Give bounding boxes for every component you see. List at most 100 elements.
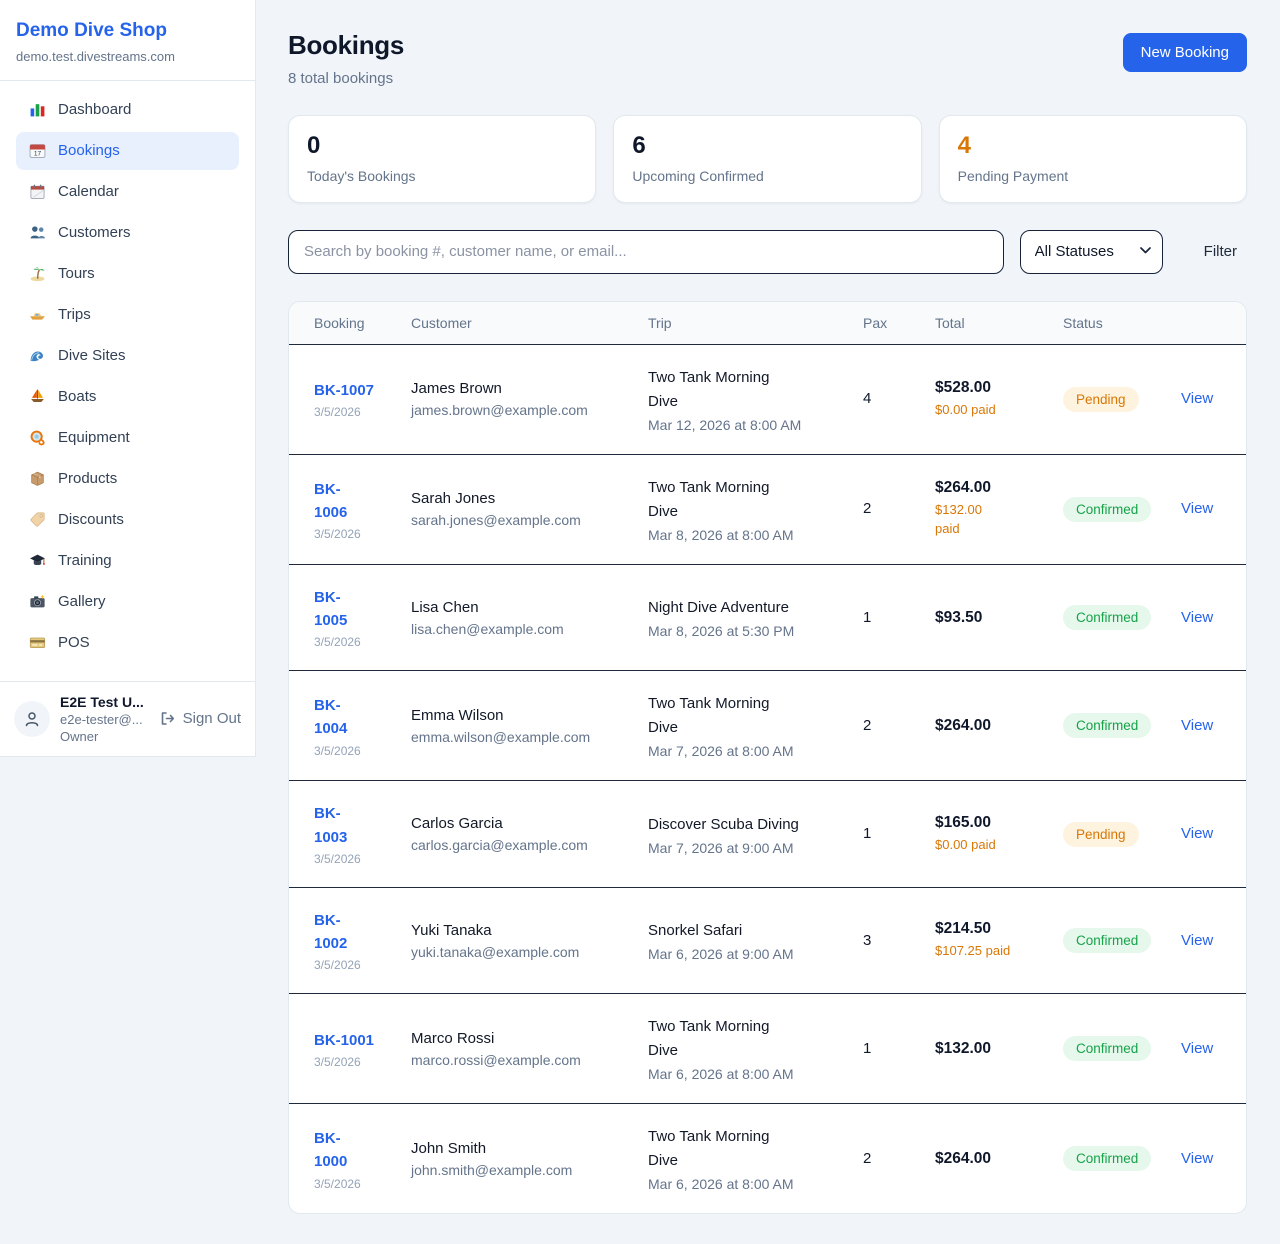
- sidebar-item-customers[interactable]: Customers: [16, 214, 239, 252]
- booking-id-link[interactable]: BK- 1004: [314, 694, 347, 741]
- booking-cell: BK- 1005 3/5/2026: [289, 564, 399, 671]
- booking-id-link[interactable]: BK-1007: [314, 379, 374, 402]
- filter-bar: All Statuses Filter: [288, 230, 1247, 274]
- stat-value: 4: [958, 132, 1228, 161]
- table-row: BK-1001 3/5/2026 Marco Rossi marco.rossi…: [289, 994, 1246, 1104]
- column-header-actions: [1169, 302, 1246, 345]
- trip-name: Two Tank Morning Dive: [648, 476, 803, 524]
- sidebar-item-label: Customers: [58, 224, 131, 241]
- trip-cell: Night Dive Adventure Mar 8, 2026 at 5:30…: [636, 564, 851, 671]
- sidebar-item-pos[interactable]: POS: [16, 624, 239, 662]
- status-cell: Confirmed: [1051, 671, 1169, 781]
- booking-date: 3/5/2026: [314, 1177, 387, 1191]
- person-icon: [23, 710, 41, 728]
- trip-datetime: Mar 6, 2026 at 8:00 AM: [648, 1176, 839, 1192]
- total-amount: $528.00: [935, 379, 1039, 397]
- customer-cell: Emma Wilson emma.wilson@example.com: [399, 671, 636, 781]
- calendar-icon: 17: [28, 142, 46, 160]
- sidebar-item-trips[interactable]: Trips: [16, 296, 239, 334]
- booking-id-link[interactable]: BK-1001: [314, 1029, 374, 1052]
- trip-cell: Two Tank Morning Dive Mar 12, 2026 at 8:…: [636, 344, 851, 454]
- status-badge: Confirmed: [1063, 497, 1151, 522]
- column-header-customer: Customer: [399, 302, 636, 345]
- total-amount: $214.50: [935, 920, 1039, 938]
- column-header-pax: Pax: [851, 302, 923, 345]
- actions-cell: View: [1169, 887, 1246, 994]
- booking-id-link[interactable]: BK- 1002: [314, 909, 347, 956]
- trip-cell: Two Tank Morning Dive Mar 8, 2026 at 8:0…: [636, 454, 851, 564]
- booking-id-link[interactable]: BK- 1005: [314, 586, 347, 633]
- sidebar-item-calendar[interactable]: Calendar: [16, 173, 239, 211]
- pax-cell: 2: [851, 454, 923, 564]
- view-link[interactable]: View: [1181, 717, 1213, 734]
- total-cell: $528.00 $0.00 paid: [923, 344, 1051, 454]
- customer-name: James Brown: [411, 380, 624, 397]
- sidebar-item-equipment[interactable]: Equipment: [16, 419, 239, 457]
- sidebar-item-label: Equipment: [58, 429, 130, 446]
- pax-cell: 1: [851, 994, 923, 1104]
- total-amount: $165.00: [935, 814, 1039, 832]
- shop-name: Demo Dive Shop: [16, 20, 239, 43]
- stat-label: Pending Payment: [958, 168, 1228, 184]
- view-link[interactable]: View: [1181, 825, 1213, 842]
- status-cell: Confirmed: [1051, 887, 1169, 994]
- view-link[interactable]: View: [1181, 1150, 1213, 1167]
- amount-paid: $0.00 paid: [935, 401, 1027, 420]
- trip-datetime: Mar 6, 2026 at 8:00 AM: [648, 1066, 839, 1082]
- sidebar-item-products[interactable]: Products: [16, 460, 239, 498]
- sign-out-button[interactable]: Sign Out: [159, 710, 241, 727]
- trip-datetime: Mar 8, 2026 at 8:00 AM: [648, 527, 839, 543]
- pax-count: 2: [863, 500, 871, 517]
- trip-datetime: Mar 7, 2026 at 8:00 AM: [648, 743, 839, 759]
- table-row: BK- 1004 3/5/2026 Emma Wilson emma.wilso…: [289, 671, 1246, 781]
- trip-name: Snorkel Safari: [648, 919, 803, 943]
- table-row: BK- 1000 3/5/2026 John Smith john.smith@…: [289, 1104, 1246, 1214]
- user-role: Owner: [60, 729, 149, 744]
- diving-mask-icon: [28, 429, 46, 447]
- actions-cell: View: [1169, 344, 1246, 454]
- pax-count: 1: [863, 825, 871, 842]
- sidebar-user-section: E2E Test U... e2e-tester@... Owner Sign …: [0, 681, 255, 756]
- stat-value: 6: [632, 132, 902, 161]
- new-booking-button[interactable]: New Booking: [1123, 33, 1247, 72]
- actions-cell: View: [1169, 454, 1246, 564]
- total-amount: $132.00: [935, 1040, 1039, 1058]
- booking-id-link[interactable]: BK- 1003: [314, 802, 347, 849]
- customer-email: carlos.garcia@example.com: [411, 837, 624, 853]
- trip-name: Two Tank Morning Dive: [648, 1015, 803, 1063]
- column-header-booking: Booking: [289, 302, 399, 345]
- sidebar-item-training[interactable]: Training: [16, 542, 239, 580]
- view-link[interactable]: View: [1181, 1040, 1213, 1057]
- actions-cell: View: [1169, 781, 1246, 888]
- filter-button[interactable]: Filter: [1194, 243, 1247, 260]
- island-icon: [28, 265, 46, 283]
- total-cell: $214.50 $107.25 paid: [923, 887, 1051, 994]
- tag-icon: [28, 511, 46, 529]
- view-link[interactable]: View: [1181, 609, 1213, 626]
- sidebar-item-dashboard[interactable]: Dashboard: [16, 91, 239, 129]
- total-amount: $93.50: [935, 609, 1039, 627]
- sidebar-item-tours[interactable]: Tours: [16, 255, 239, 293]
- status-select[interactable]: All Statuses: [1020, 230, 1163, 274]
- booking-id-link[interactable]: BK- 1000: [314, 1127, 347, 1174]
- sidebar-item-dive-sites[interactable]: Dive Sites: [16, 337, 239, 375]
- customer-email: john.smith@example.com: [411, 1162, 624, 1178]
- sidebar-item-discounts[interactable]: Discounts: [16, 501, 239, 539]
- user-email: e2e-tester@...: [60, 712, 149, 727]
- sidebar-item-bookings[interactable]: 17 Bookings: [16, 132, 239, 170]
- view-link[interactable]: View: [1181, 500, 1213, 517]
- sidebar-item-boats[interactable]: Boats: [16, 378, 239, 416]
- status-cell: Pending: [1051, 344, 1169, 454]
- view-link[interactable]: View: [1181, 390, 1213, 407]
- pax-count: 2: [863, 717, 871, 734]
- sidebar: Demo Dive Shop demo.test.divestreams.com…: [0, 0, 256, 757]
- column-header-total: Total: [923, 302, 1051, 345]
- stat-label: Upcoming Confirmed: [632, 168, 902, 184]
- view-link[interactable]: View: [1181, 932, 1213, 949]
- search-input[interactable]: [288, 230, 1004, 274]
- pax-count: 1: [863, 1040, 871, 1057]
- sidebar-item-gallery[interactable]: Gallery: [16, 583, 239, 621]
- booking-id-link[interactable]: BK- 1006: [314, 478, 347, 525]
- total-cell: $264.00: [923, 1104, 1051, 1214]
- total-amount: $264.00: [935, 717, 1039, 735]
